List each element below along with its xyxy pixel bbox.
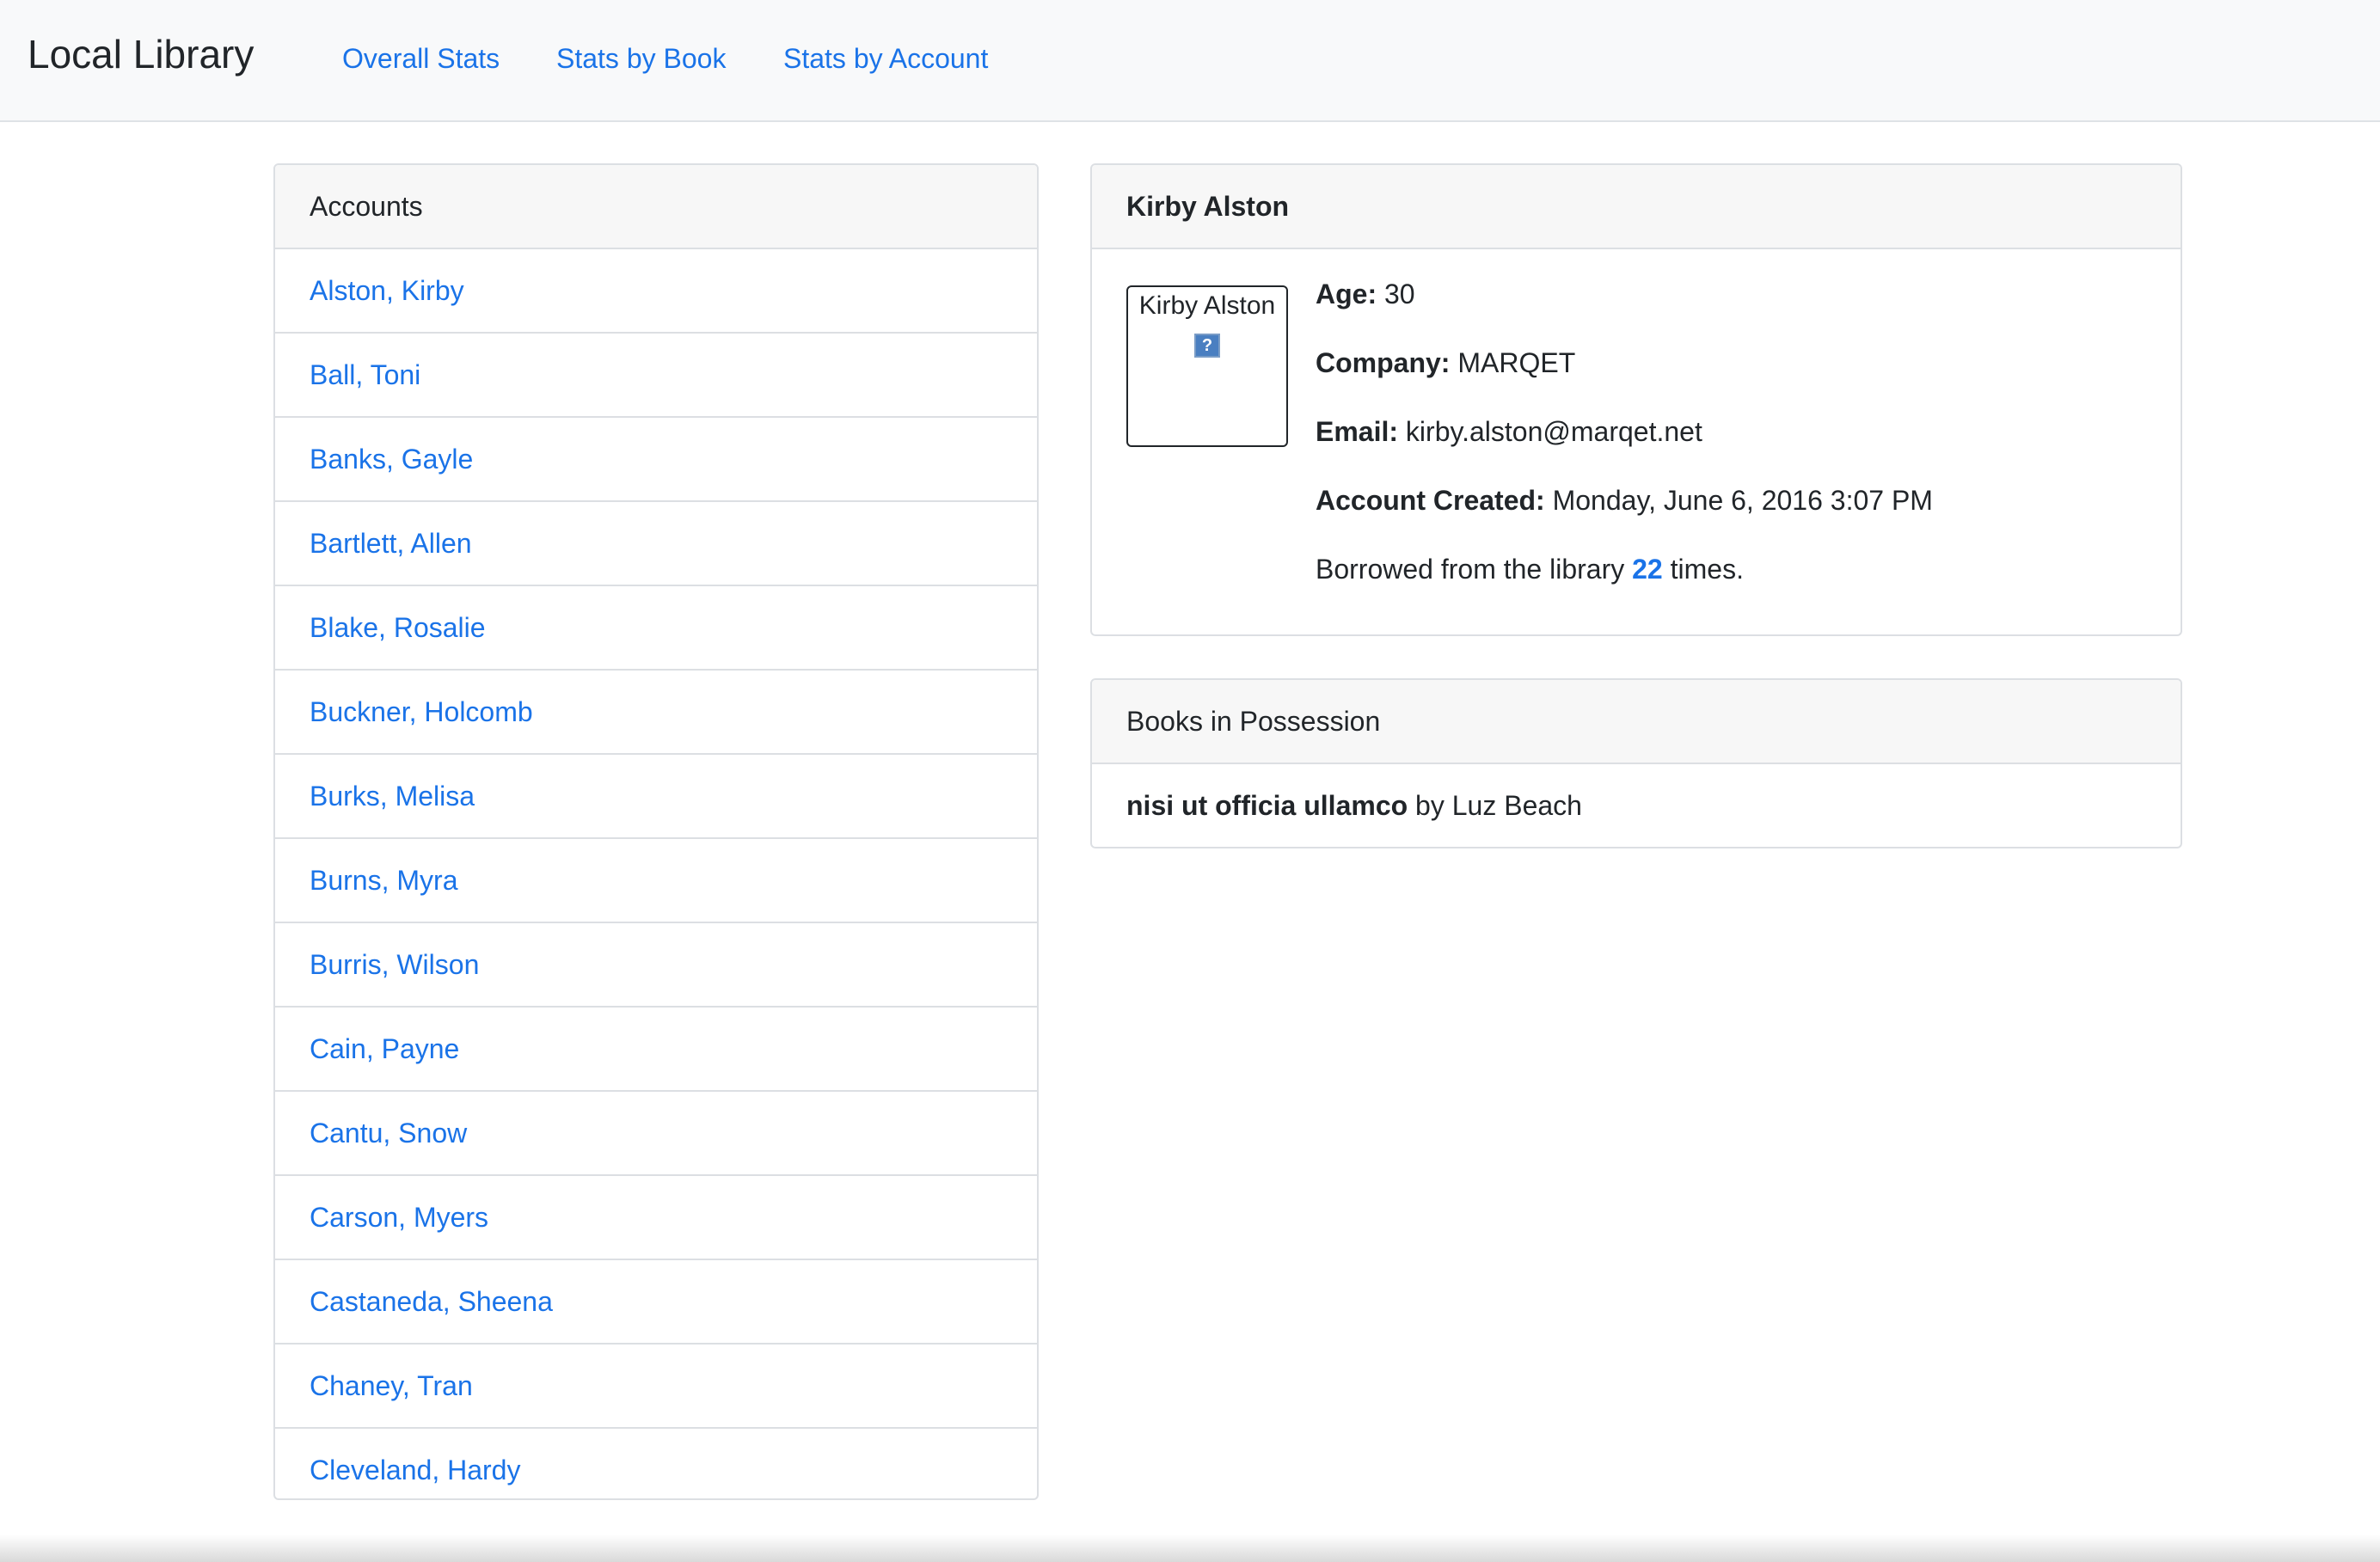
borrowed-prefix: Borrowed from the library <box>1316 554 1625 585</box>
created-value: Monday, June 6, 2016 3:07 PM <box>1552 485 1933 516</box>
list-item: Ball, Toni <box>275 334 1037 418</box>
account-detail-card: Kirby Alston Kirby Alston ? Age: 30 Comp… <box>1090 163 2182 636</box>
account-link[interactable]: Ball, Toni <box>310 359 420 391</box>
account-link[interactable]: Bartlett, Allen <box>310 528 472 560</box>
broken-image-icon: ? <box>1194 334 1220 358</box>
list-item: Blake, Rosalie <box>275 586 1037 671</box>
account-link[interactable]: Alston, Kirby <box>310 275 464 307</box>
list-item: Burks, Melisa <box>275 755 1037 839</box>
company-label: Company: <box>1316 347 1451 378</box>
company-line: Company: MARQET <box>1316 346 1575 380</box>
email-line: Email: kirby.alston@marqet.net <box>1316 414 1702 449</box>
book-row: nisi ut officia ullamco by Luz Beach <box>1092 764 2181 847</box>
book-author: Luz Beach <box>1451 789 1582 821</box>
list-item: Cain, Payne <box>275 1008 1037 1092</box>
list-item: Castaneda, Sheena <box>275 1260 1037 1345</box>
book-title: nisi ut officia ullamco <box>1126 789 1408 821</box>
account-name-header: Kirby Alston <box>1092 165 2181 249</box>
borrowed-line: Borrowed from the library 22 times. <box>1316 552 1744 586</box>
created-line: Account Created: Monday, June 6, 2016 3:… <box>1316 483 1933 518</box>
email-label: Email: <box>1316 416 1399 447</box>
list-item: Buckner, Holcomb <box>275 671 1037 755</box>
list-item: Chaney, Tran <box>275 1345 1037 1429</box>
account-link[interactable]: Burks, Melisa <box>310 781 475 812</box>
list-item: Burns, Myra <box>275 839 1037 923</box>
nav-overall-stats[interactable]: Overall Stats <box>342 41 500 76</box>
accounts-header: Accounts <box>275 165 1037 249</box>
account-link[interactable]: Chaney, Tran <box>310 1370 473 1402</box>
borrowed-suffix: times. <box>1670 554 1744 585</box>
age-line: Age: 30 <box>1316 277 1415 311</box>
nav-stats-by-book[interactable]: Stats by Book <box>556 41 726 76</box>
account-link[interactable]: Burns, Myra <box>310 865 457 897</box>
account-link[interactable]: Blake, Rosalie <box>310 612 486 644</box>
account-link[interactable]: Buckner, Holcomb <box>310 696 533 728</box>
list-item: Bartlett, Allen <box>275 502 1037 586</box>
borrowed-count: 22 <box>1632 554 1663 585</box>
email-value: kirby.alston@marqet.net <box>1405 416 1702 447</box>
account-link[interactable]: Cain, Payne <box>310 1033 459 1065</box>
navbar: Local Library Overall Stats Stats by Boo… <box>0 0 2380 122</box>
account-link[interactable]: Castaneda, Sheena <box>310 1286 553 1318</box>
account-link[interactable]: Banks, Gayle <box>310 444 473 475</box>
list-item: Banks, Gayle <box>275 418 1037 502</box>
accounts-card: Accounts Alston, Kirby Ball, Toni Banks,… <box>273 163 1039 1500</box>
books-in-possession-card: Books in Possession nisi ut officia ulla… <box>1090 678 2182 848</box>
photo-alt-text: Kirby Alston <box>1138 291 1276 320</box>
age-label: Age: <box>1316 279 1377 309</box>
age-value: 30 <box>1384 279 1415 309</box>
list-item: Cantu, Snow <box>275 1092 1037 1176</box>
account-link[interactable]: Carson, Myers <box>310 1202 488 1234</box>
list-item: Cleveland, Hardy <box>275 1429 1037 1498</box>
account-link[interactable]: Cleveland, Hardy <box>310 1455 520 1486</box>
book-by: by <box>1415 789 1445 821</box>
account-link[interactable]: Cantu, Snow <box>310 1118 467 1149</box>
company-value: MARQET <box>1457 347 1576 378</box>
account-photo: Kirby Alston ? <box>1126 285 1288 447</box>
brand-title[interactable]: Local Library <box>28 31 254 77</box>
accounts-list[interactable]: Alston, Kirby Ball, Toni Banks, Gayle Ba… <box>275 249 1037 1498</box>
books-header: Books in Possession <box>1092 680 2181 764</box>
window-bottom-edge <box>0 1534 2380 1562</box>
created-label: Account Created: <box>1316 485 1545 516</box>
list-item: Alston, Kirby <box>275 249 1037 334</box>
list-item: Burris, Wilson <box>275 923 1037 1008</box>
account-link[interactable]: Burris, Wilson <box>310 949 479 981</box>
list-item: Carson, Myers <box>275 1176 1037 1260</box>
nav-stats-by-account[interactable]: Stats by Account <box>783 41 988 76</box>
